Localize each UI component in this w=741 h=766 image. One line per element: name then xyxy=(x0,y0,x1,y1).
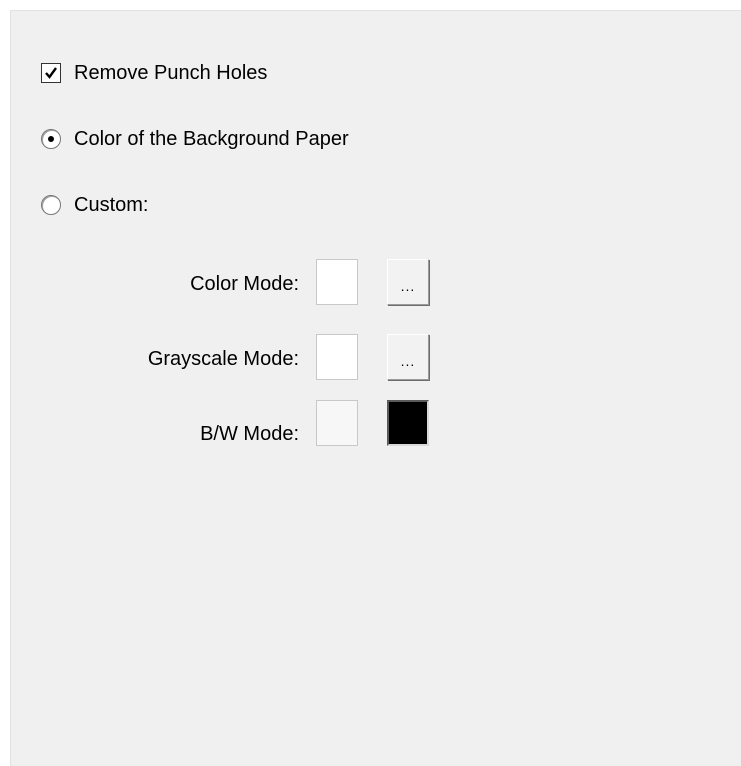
custom-option[interactable]: Custom: xyxy=(41,195,148,215)
custom-radio[interactable] xyxy=(41,195,61,215)
bw-mode-swatch[interactable] xyxy=(316,400,358,446)
color-mode-swatch[interactable] xyxy=(316,259,358,305)
bw-mode-label: B/W Mode: xyxy=(200,423,299,445)
grayscale-mode-browse-button[interactable]: ... xyxy=(387,334,429,380)
color-mode-browse-button[interactable]: ... xyxy=(387,259,429,305)
color-mode-label: Color Mode: xyxy=(190,273,299,295)
radio-selected-dot xyxy=(48,136,54,142)
color-background-paper-option[interactable]: Color of the Background Paper xyxy=(41,129,349,149)
custom-label: Custom: xyxy=(74,194,149,216)
remove-punch-holes-checkbox[interactable] xyxy=(41,63,61,83)
remove-punch-holes-label: Remove Punch Holes xyxy=(74,62,268,84)
remove-punch-holes-option[interactable]: Remove Punch Holes xyxy=(41,63,267,83)
settings-panel: Remove Punch Holes Color of the Backgrou… xyxy=(10,10,741,766)
color-background-paper-radio[interactable] xyxy=(41,129,61,149)
bw-mode-black-swatch[interactable] xyxy=(387,400,429,446)
check-icon xyxy=(45,67,57,79)
grayscale-mode-swatch[interactable] xyxy=(316,334,358,380)
color-background-paper-label: Color of the Background Paper xyxy=(74,128,349,150)
grayscale-mode-label: Grayscale Mode: xyxy=(147,348,299,370)
